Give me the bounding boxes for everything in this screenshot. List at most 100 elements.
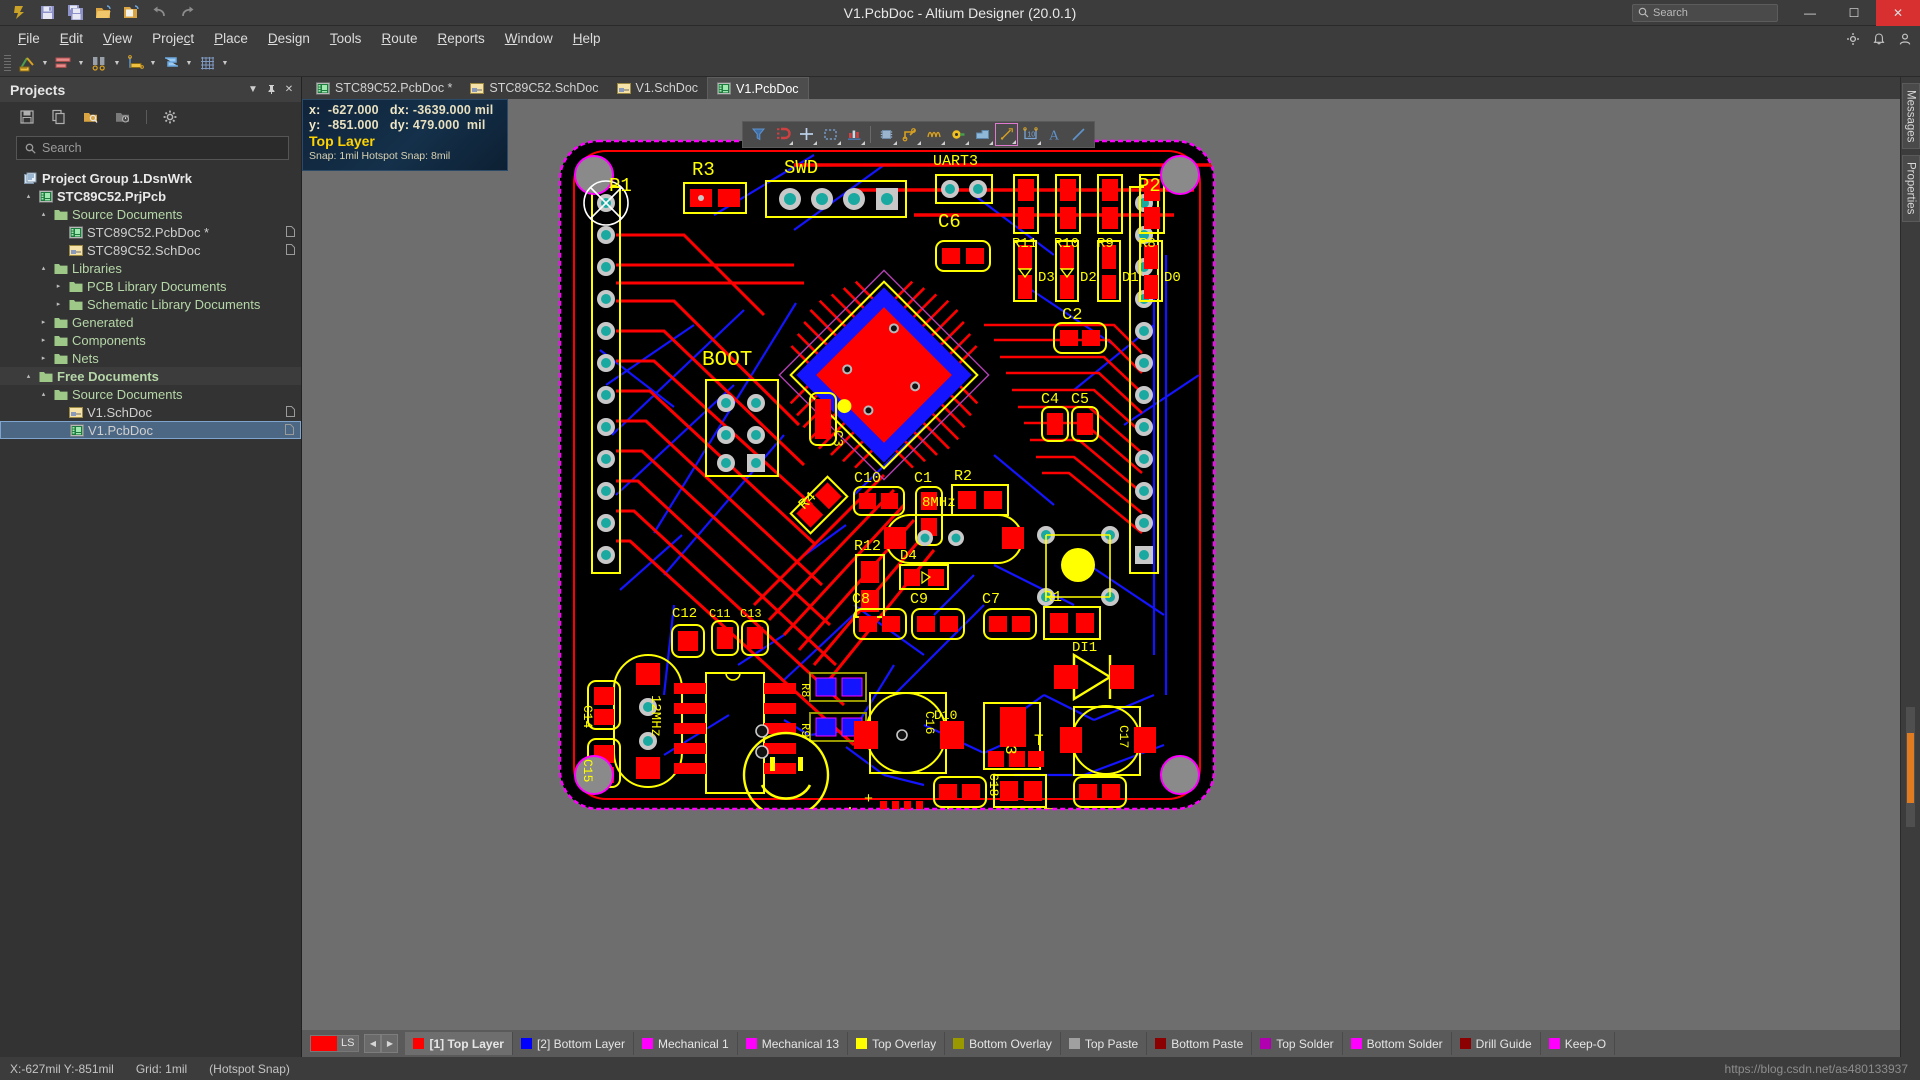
save-icon[interactable] — [34, 2, 60, 24]
layer-tab[interactable]: Top Solder — [1252, 1032, 1342, 1055]
pcb-board-graphic[interactable]: P1 P2 R3 SWD UART3 R11 R10 R9 R8 D3 D2 D… — [554, 135, 1220, 815]
magnet-snap-icon[interactable] — [771, 123, 794, 146]
open-icon[interactable] — [90, 2, 116, 24]
layer-tab[interactable]: Top Paste — [1061, 1032, 1147, 1055]
dimension-tool-icon[interactable] — [124, 53, 146, 75]
toolbar-grip[interactable] — [4, 55, 11, 73]
tree-collapse-toggle[interactable]: ▴ — [23, 372, 34, 380]
place-polygon-icon[interactable] — [971, 123, 994, 146]
menu-reports[interactable]: Reports — [427, 29, 494, 48]
close-project-icon[interactable] — [114, 108, 132, 126]
filter-icon[interactable] — [747, 123, 770, 146]
chevron-down-icon[interactable]: ▼ — [245, 82, 261, 98]
tree-item[interactable]: ▴Source Documents — [0, 205, 301, 223]
tree-item[interactable]: V1.SchDoc — [0, 403, 301, 421]
place-text-icon[interactable]: A — [1043, 123, 1066, 146]
dimension-tool-dropdown[interactable]: ▼ — [147, 53, 159, 75]
maximize-button[interactable]: ☐ — [1832, 0, 1876, 26]
menu-route[interactable]: Route — [371, 29, 427, 48]
tree-item[interactable]: ▸Nets — [0, 349, 301, 367]
document-tab[interactable]: V1.SchDoc — [608, 77, 708, 99]
place-line-icon[interactable] — [995, 123, 1018, 146]
menu-window[interactable]: Window — [495, 29, 563, 48]
scrollbar-thumb[interactable] — [1907, 733, 1914, 803]
messages-panel-tab[interactable]: Messages — [1902, 83, 1920, 149]
open-project-icon[interactable] — [118, 2, 144, 24]
pcb-canvas[interactable]: x: -627.000 dx: -3639.000 mil y: -851.00… — [302, 99, 1900, 1030]
canvas-vertical-scrollbar[interactable] — [1906, 707, 1915, 827]
find-similar-icon[interactable] — [88, 53, 110, 75]
layer-tab[interactable]: Drill Guide — [1452, 1032, 1541, 1055]
menu-file[interactable]: File — [8, 29, 50, 48]
measure-tool-icon[interactable] — [16, 53, 38, 75]
serpentine-tune-icon[interactable] — [923, 123, 946, 146]
tree-item[interactable]: ▴STC89C52.PrjPcb — [0, 187, 301, 205]
document-tab[interactable]: V1.PcbDoc — [707, 77, 809, 99]
gear-icon[interactable] — [161, 108, 179, 126]
align-tool-dropdown[interactable]: ▼ — [75, 53, 87, 75]
redo-icon[interactable] — [174, 2, 200, 24]
tree-item[interactable]: ▸Components — [0, 331, 301, 349]
document-tab[interactable]: STC89C52.SchDoc — [461, 77, 607, 99]
layer-tab[interactable]: Top Overlay — [848, 1032, 945, 1055]
layer-tab[interactable]: [1] Top Layer — [405, 1032, 512, 1055]
minimize-button[interactable]: — — [1788, 0, 1832, 26]
tree-collapse-toggle[interactable]: ▴ — [38, 390, 49, 398]
tree-expand-toggle[interactable]: ▸ — [53, 300, 64, 308]
pin-icon[interactable] — [263, 82, 279, 98]
place-track-icon[interactable] — [1067, 123, 1090, 146]
document-tab[interactable]: STC89C52.PcbDoc * — [307, 77, 461, 99]
place-dimension-icon[interactable]: 10 — [1019, 123, 1042, 146]
tree-collapse-toggle[interactable]: ▴ — [38, 264, 49, 272]
menu-edit[interactable]: Edit — [50, 29, 93, 48]
tree-item[interactable]: STC89C52.SchDoc — [0, 241, 301, 259]
layer-tab[interactable]: Mechanical 1 — [634, 1032, 738, 1055]
layer-stack-icon[interactable] — [160, 53, 182, 75]
menu-view[interactable]: View — [93, 29, 142, 48]
crosshair-icon[interactable] — [795, 123, 818, 146]
tree-item[interactable]: V1.PcbDoc — [0, 421, 301, 439]
place-via-icon[interactable] — [947, 123, 970, 146]
tree-item[interactable]: STC89C52.PcbDoc * — [0, 223, 301, 241]
layer-tab[interactable]: Mechanical 13 — [738, 1032, 848, 1055]
grid-dropdown[interactable]: ▼ — [219, 53, 231, 75]
menu-design[interactable]: Design — [258, 29, 320, 48]
menu-place[interactable]: Place — [204, 29, 258, 48]
tree-expand-toggle[interactable]: ▸ — [53, 282, 64, 290]
save-all-icon[interactable] — [62, 2, 88, 24]
tree-expand-toggle[interactable]: ▸ — [38, 336, 49, 344]
tree-item[interactable]: ▴Libraries — [0, 259, 301, 277]
menu-help[interactable]: Help — [563, 29, 611, 48]
align-tool-icon[interactable] — [52, 53, 74, 75]
menu-tools[interactable]: Tools — [320, 29, 372, 48]
properties-panel-tab[interactable]: Properties — [1902, 155, 1920, 221]
tree-item[interactable]: ▴Source Documents — [0, 385, 301, 403]
layer-chart-icon[interactable] — [843, 123, 866, 146]
selection-box-icon[interactable] — [819, 123, 842, 146]
grid-icon[interactable] — [196, 53, 218, 75]
layer-stack-dropdown[interactable]: ▼ — [183, 53, 195, 75]
tree-expand-toggle[interactable]: ▸ — [38, 354, 49, 362]
copy-panel-icon[interactable] — [50, 108, 68, 126]
close-button[interactable]: ✕ — [1876, 0, 1920, 26]
tree-expand-toggle[interactable]: ▸ — [38, 318, 49, 326]
measure-tool-dropdown[interactable]: ▼ — [39, 53, 51, 75]
tree-collapse-toggle[interactable]: ▴ — [38, 210, 49, 218]
tree-item[interactable]: ▴Free Documents — [0, 367, 301, 385]
find-similar-dropdown[interactable]: ▼ — [111, 53, 123, 75]
gear-icon[interactable] — [1846, 32, 1860, 46]
interactive-route-icon[interactable] — [899, 123, 922, 146]
menu-project[interactable]: Project — [142, 29, 204, 48]
place-component-icon[interactable] — [875, 123, 898, 146]
open-project-icon[interactable] — [82, 108, 100, 126]
layer-tab[interactable]: Bottom Paste — [1147, 1032, 1252, 1055]
bell-icon[interactable] — [1872, 32, 1886, 46]
global-search-input[interactable]: Search — [1632, 4, 1778, 22]
layer-set-button[interactable]: LS — [310, 1035, 359, 1052]
tree-item[interactable]: ▸Generated — [0, 313, 301, 331]
layer-prev-button[interactable]: ◀ — [364, 1034, 381, 1053]
layer-tab[interactable]: [2] Bottom Layer — [513, 1032, 634, 1055]
tree-collapse-toggle[interactable]: ▴ — [23, 192, 34, 200]
tree-item[interactable]: ▸PCB Library Documents — [0, 277, 301, 295]
layer-next-button[interactable]: ▶ — [381, 1034, 398, 1053]
